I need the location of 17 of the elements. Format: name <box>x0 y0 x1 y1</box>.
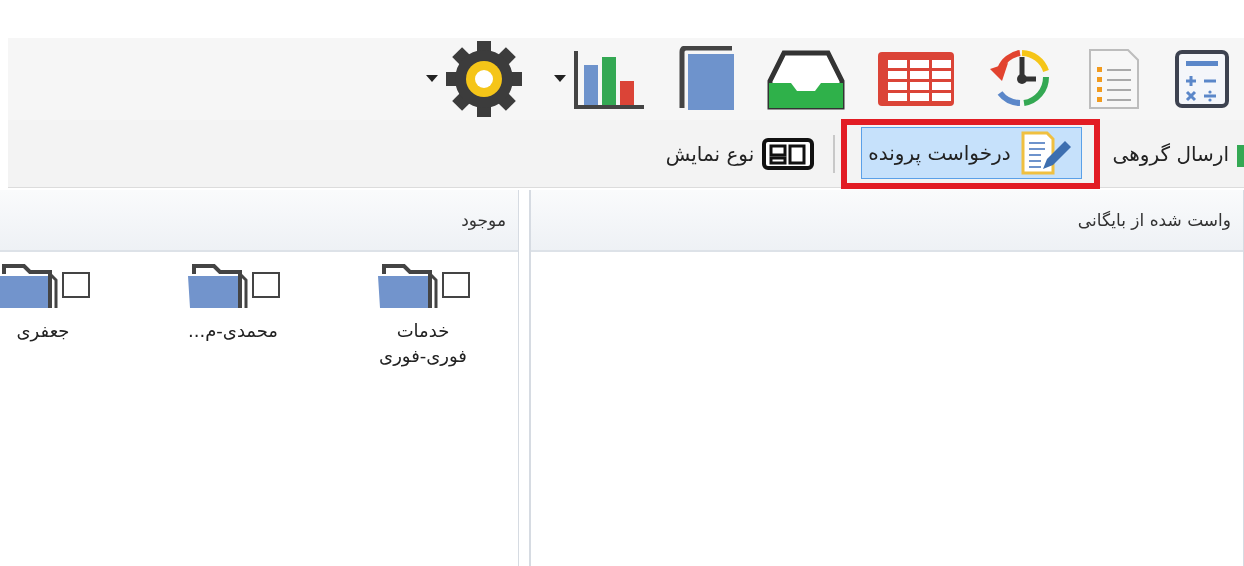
folder-label[interactable]: خدمات فوری-فوری <box>373 318 473 369</box>
checkbox[interactable] <box>252 272 280 298</box>
layout-icon <box>762 137 815 170</box>
group-send-button[interactable]: ارسال گروهی <box>1105 127 1244 180</box>
checkbox[interactable] <box>442 272 470 298</box>
panel-title: واست شده از بایگانی <box>1077 210 1231 230</box>
folder-label[interactable]: جعفری <box>16 318 70 344</box>
gear-icon[interactable] <box>444 39 524 119</box>
table-icon[interactable] <box>876 50 956 108</box>
folder-label[interactable]: محمدی-م... <box>188 318 278 344</box>
view-type-button[interactable]: نوع نمایش <box>658 127 822 180</box>
dropdown-arrow-icon[interactable] <box>554 75 566 83</box>
checkbox[interactable] <box>62 272 90 298</box>
request-file-button[interactable]: درخواست پرونده <box>861 126 1082 179</box>
panel-title: موجود <box>461 210 506 230</box>
calculator-icon[interactable] <box>1174 49 1230 109</box>
dropdown-arrow-icon[interactable] <box>426 75 438 83</box>
